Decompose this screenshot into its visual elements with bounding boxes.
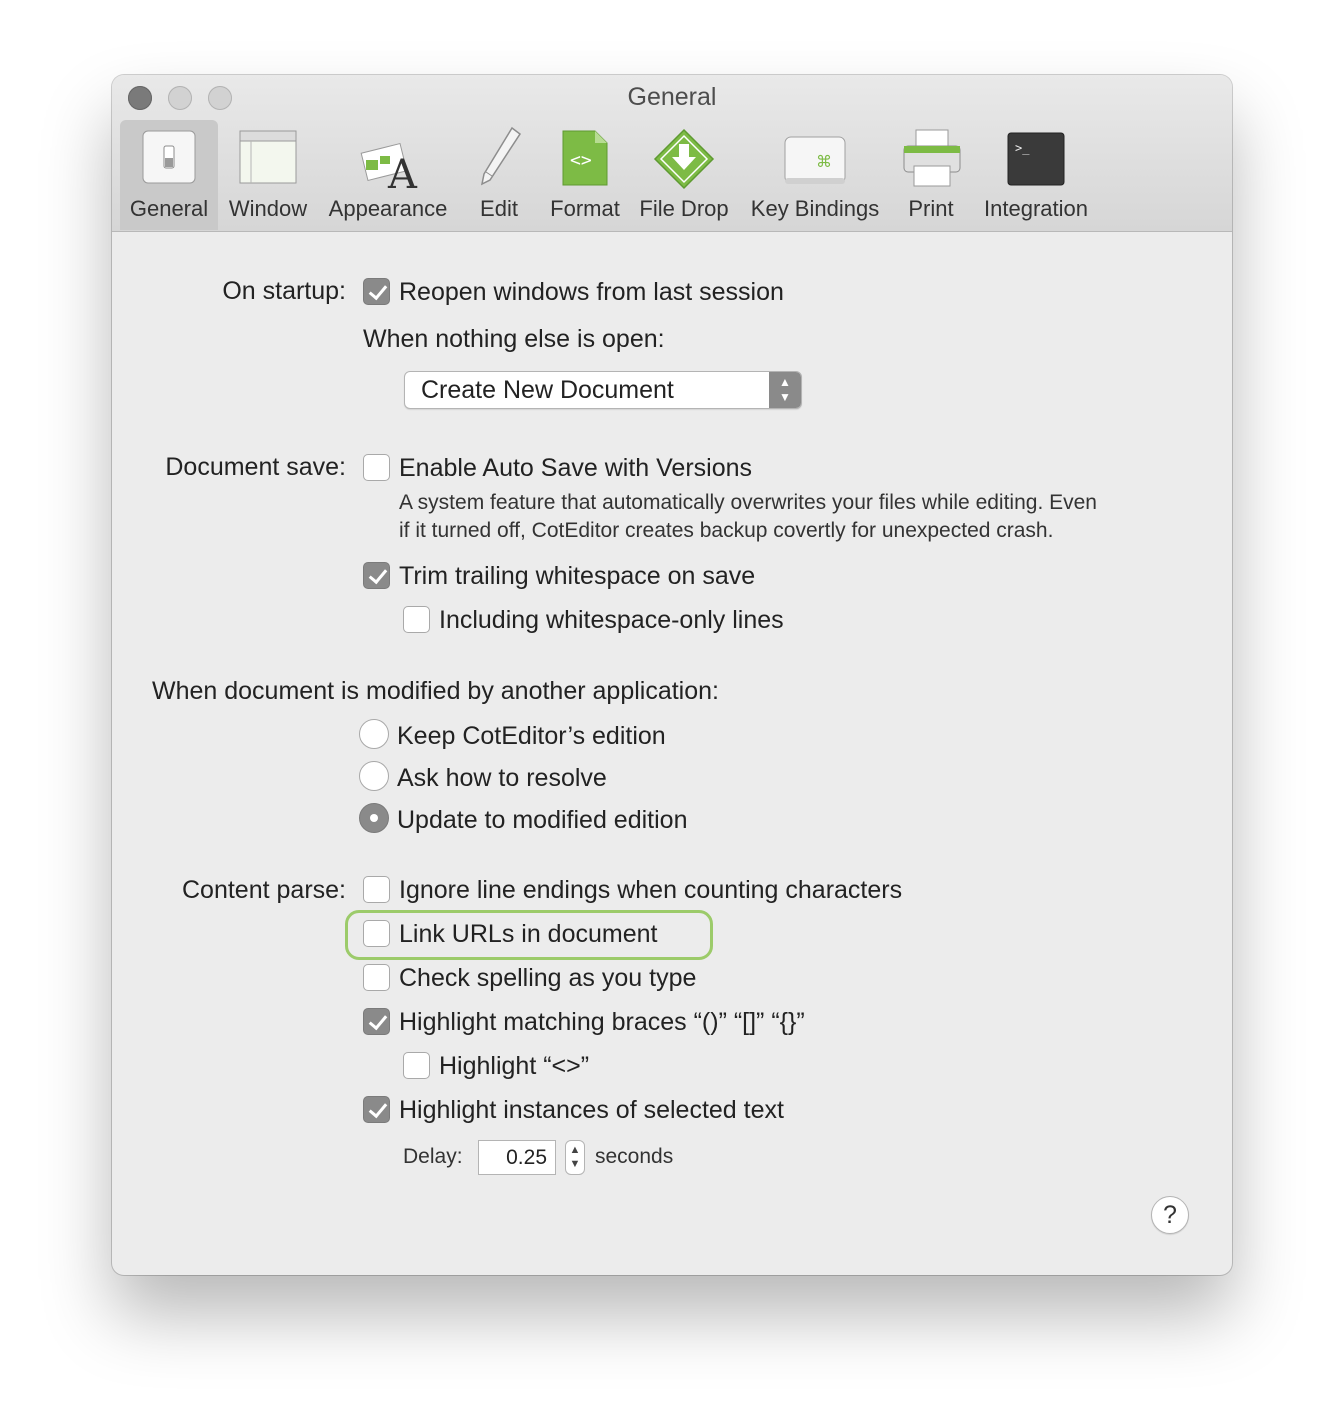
toolbar-item-window[interactable]: Window bbox=[220, 120, 316, 230]
ask-resolve-radio[interactable] bbox=[359, 761, 389, 791]
highlight-braces-checkbox[interactable] bbox=[363, 1008, 390, 1035]
link-urls-checkbox[interactable] bbox=[363, 920, 390, 947]
delay-stepper[interactable]: ▲ ▼ bbox=[565, 1140, 585, 1175]
reopen-windows-checkbox[interactable] bbox=[363, 278, 390, 305]
toolbar-label: Appearance bbox=[328, 196, 448, 221]
delay-value: 0.25 bbox=[506, 1146, 547, 1169]
autosave-note-line2: if it turned off, CotEditor creates back… bbox=[399, 519, 1054, 542]
svg-text:⌘: ⌘ bbox=[816, 152, 832, 171]
toolbar-item-edit[interactable]: Edit bbox=[466, 120, 532, 230]
check-spelling-checkbox[interactable] bbox=[363, 964, 390, 991]
parse-section-label: Content parse: bbox=[182, 876, 346, 904]
general-switch-icon bbox=[142, 130, 196, 184]
format-file-icon: <> bbox=[562, 130, 608, 186]
update-edition-radio[interactable] bbox=[359, 803, 389, 833]
ignore-line-endings-label: Ignore line endings when counting charac… bbox=[399, 876, 903, 904]
toolbar-item-integration[interactable]: >_ Integration bbox=[976, 120, 1096, 230]
toolbar-label: General bbox=[129, 196, 209, 221]
svg-text:A: A bbox=[387, 152, 418, 188]
ask-resolve-label: Ask how to resolve bbox=[397, 764, 607, 792]
highlight-braces-label: Highlight matching braces “()” “[]” “{}” bbox=[399, 1008, 805, 1036]
including-whitespace-checkbox[interactable] bbox=[403, 606, 430, 633]
terminal-icon: >_ bbox=[1007, 132, 1065, 186]
keep-edition-label: Keep CotEditor’s edition bbox=[397, 722, 666, 750]
highlight-instances-checkbox[interactable] bbox=[363, 1096, 390, 1123]
file-drop-icon bbox=[653, 128, 715, 190]
highlight-angle-label: Highlight “<>” bbox=[439, 1052, 590, 1080]
toolbar-item-print[interactable]: Print bbox=[896, 120, 966, 230]
chevron-updown-icon: ▲ ▼ bbox=[769, 372, 801, 408]
toolbar-label: Print bbox=[908, 196, 954, 221]
toolbar-item-key-bindings[interactable]: ⌘ Key Bindings bbox=[744, 120, 886, 230]
delay-field[interactable]: 0.25 bbox=[478, 1140, 556, 1175]
toolbar-item-file-drop[interactable]: File Drop bbox=[636, 120, 732, 230]
delay-label: Delay: bbox=[403, 1145, 463, 1168]
popup-value: Create New Document bbox=[421, 376, 674, 404]
toolbar-label: File Drop bbox=[639, 196, 729, 221]
appearance-icon: A bbox=[360, 142, 418, 188]
autosave-note-line1: A system feature that automatically over… bbox=[399, 491, 1097, 514]
toolbar-label: Integration bbox=[984, 196, 1088, 221]
trim-whitespace-checkbox[interactable] bbox=[363, 562, 390, 589]
toolbar-label: Format bbox=[550, 196, 620, 221]
window-title: General bbox=[627, 83, 717, 111]
update-edition-label: Update to modified edition bbox=[397, 806, 688, 834]
preferences-window: General General Window A Appearance Edit… bbox=[112, 75, 1232, 1275]
highlight-instances-label: Highlight instances of selected text bbox=[399, 1096, 784, 1124]
toolbar-item-general[interactable]: General bbox=[120, 120, 218, 230]
toolbar-item-format[interactable]: <> Format bbox=[542, 120, 628, 230]
autosave-checkbox[interactable] bbox=[363, 454, 390, 481]
startup-section-label: On startup: bbox=[222, 277, 346, 305]
keep-edition-radio[interactable] bbox=[359, 719, 389, 749]
toolbar-item-appearance[interactable]: A Appearance bbox=[320, 120, 456, 230]
including-whitespace-label: Including whitespace-only lines bbox=[439, 606, 784, 634]
help-button[interactable]: ? bbox=[1151, 1196, 1189, 1234]
check-spelling-label: Check spelling as you type bbox=[399, 964, 697, 992]
toolbar-label: Window bbox=[228, 196, 308, 221]
trim-whitespace-label: Trim trailing whitespace on save bbox=[399, 562, 756, 590]
command-key-icon: ⌘ bbox=[784, 136, 846, 184]
reopen-windows-label: Reopen windows from last session bbox=[399, 278, 784, 306]
window-icon bbox=[239, 130, 297, 184]
svg-text:<>: <> bbox=[570, 150, 592, 171]
link-urls-label: Link URLs in document bbox=[399, 920, 658, 948]
nothing-open-label: When nothing else is open: bbox=[363, 325, 665, 353]
delay-unit-label: seconds bbox=[595, 1145, 674, 1168]
save-section-label: Document save: bbox=[165, 453, 346, 481]
modified-section-label: When document is modified by another app… bbox=[152, 677, 719, 705]
titlebar: General General Window A Appearance Edit… bbox=[112, 75, 1232, 232]
nothing-open-popup[interactable]: Create New Document ▲ ▼ bbox=[404, 371, 802, 409]
svg-text:>_: >_ bbox=[1015, 141, 1030, 155]
printer-icon bbox=[903, 129, 961, 187]
toolbar-label: Key Bindings bbox=[750, 196, 880, 221]
autosave-label: Enable Auto Save with Versions bbox=[399, 454, 753, 482]
ignore-line-endings-checkbox[interactable] bbox=[363, 876, 390, 903]
highlight-angle-checkbox[interactable] bbox=[403, 1052, 430, 1079]
pencil-icon bbox=[480, 126, 522, 186]
toolbar-label: Edit bbox=[480, 196, 518, 221]
